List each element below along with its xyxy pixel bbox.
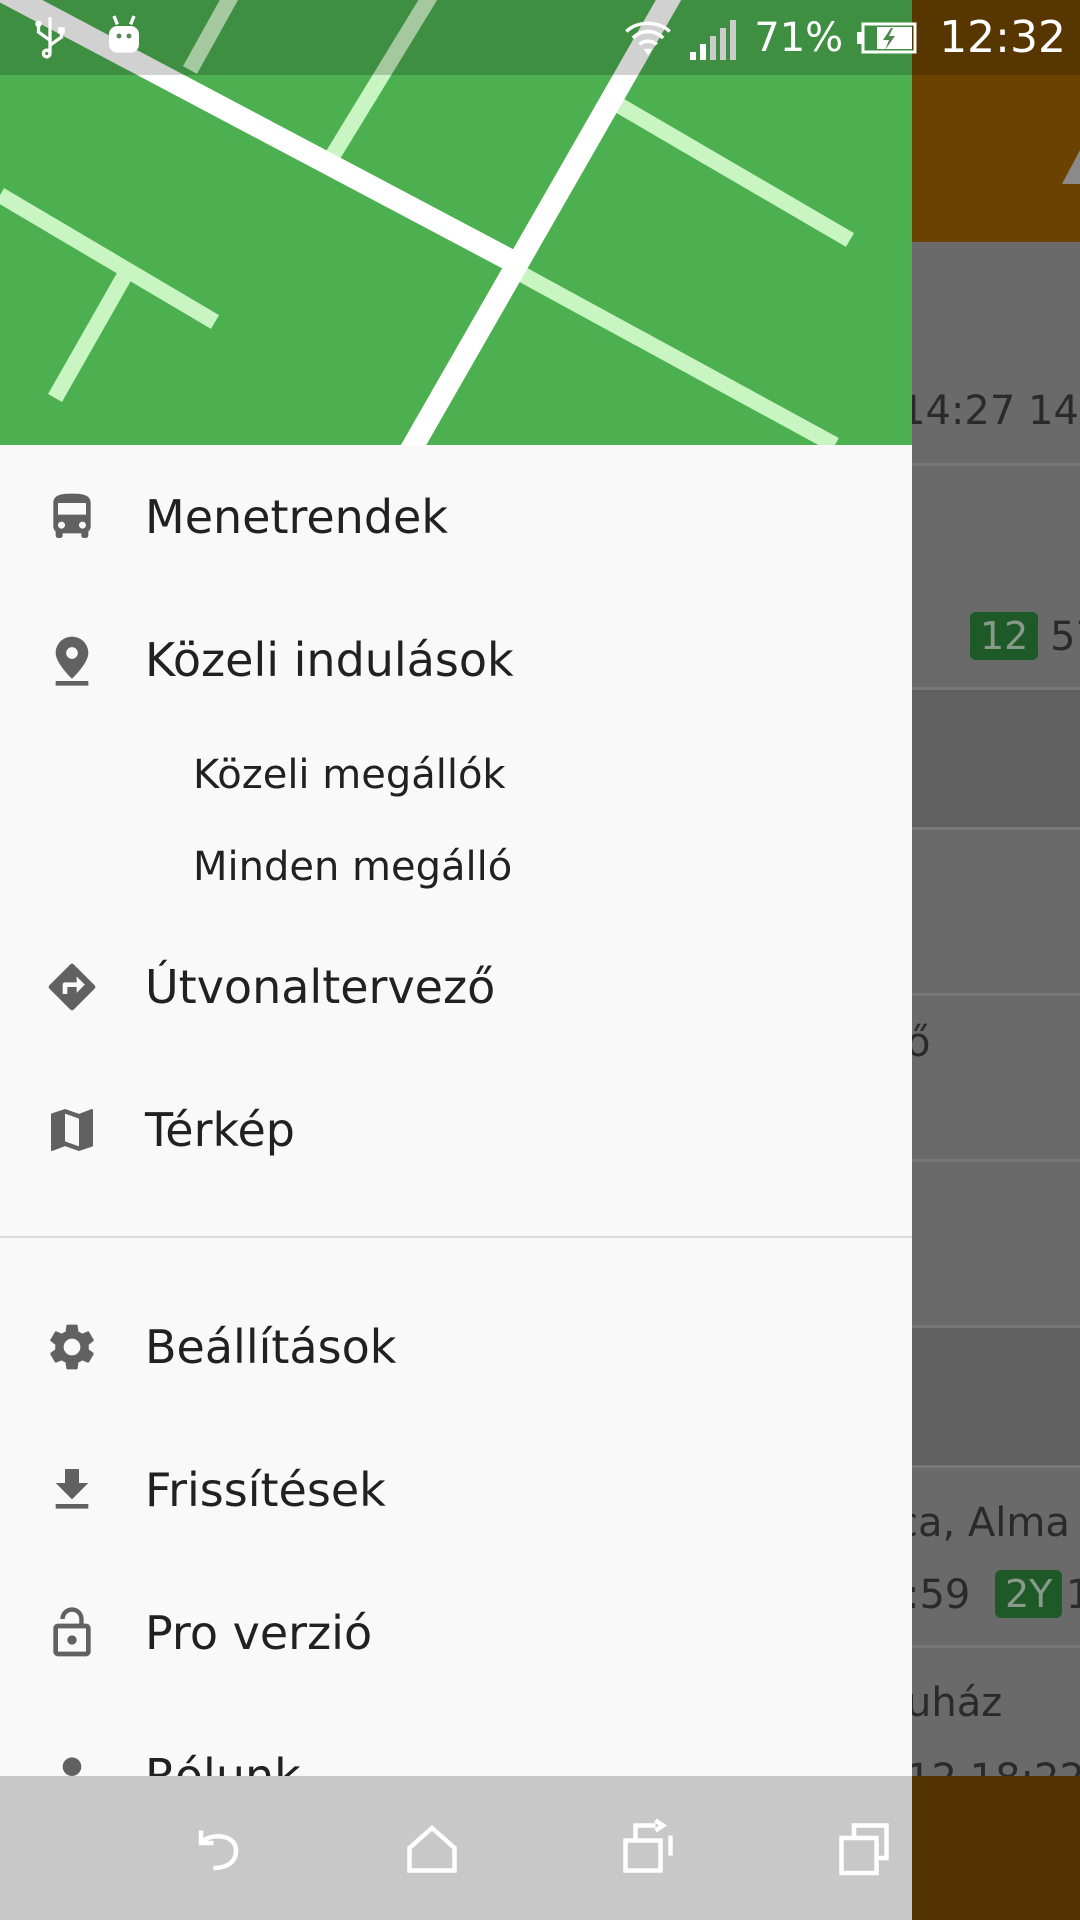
system-navigation-bar <box>0 1776 912 1920</box>
menu-item-kozeli-indulasok[interactable]: Közeli indulások <box>0 590 912 730</box>
menu-subitem-label: Minden megálló <box>193 844 513 890</box>
background-route-badge: 2Y <box>995 1570 1063 1618</box>
background-arrow-icon <box>1062 150 1080 184</box>
usb-icon <box>35 17 65 59</box>
menu-subitem-kozeli-megallok[interactable]: Közeli megállók <box>0 732 912 822</box>
background-time: 1 <box>1066 1572 1080 1618</box>
clock: 12:32 <box>939 12 1066 63</box>
menu-item-frissitesek[interactable]: Frissítések <box>0 1420 912 1560</box>
recent-apps-icon[interactable] <box>834 1818 894 1878</box>
status-bar-right: 71% 12:32 <box>622 0 1066 75</box>
navigation-drawer: Menetrendek Közeli indulások Közeli megá… <box>0 0 912 1920</box>
directions-icon <box>48 963 96 1011</box>
menu-divider <box>0 1236 912 1238</box>
menu-item-label: Útvonaltervező <box>145 960 496 1014</box>
menu-item-label: Frissítések <box>145 1463 386 1517</box>
menu-item-menetrendek[interactable]: Menetrendek <box>0 447 912 587</box>
bus-icon <box>53 493 91 538</box>
wifi-icon <box>625 21 672 55</box>
download-icon <box>55 1469 89 1509</box>
battery-percent: 71% <box>754 14 844 61</box>
signal-icon <box>690 19 737 60</box>
battery-charging-icon <box>857 22 917 53</box>
background-times: 14:27 14:4 <box>900 388 1080 434</box>
background-stop-name: uház <box>906 1680 1003 1726</box>
menu-item-pro-verzio[interactable]: Pro verzió <box>0 1563 912 1703</box>
menu-subitem-label: Közeli megállók <box>193 752 506 798</box>
home-icon[interactable] <box>402 1818 462 1878</box>
gear-icon <box>50 1324 94 1370</box>
menu-item-utvonaltervezo[interactable]: Útvonaltervező <box>0 917 912 1057</box>
status-bar: 71% 12:32 <box>0 0 1080 75</box>
unlock-icon <box>53 1607 91 1657</box>
menu-item-terkep[interactable]: Térkép <box>0 1060 912 1200</box>
back-icon[interactable] <box>186 1818 246 1878</box>
location-pin-icon <box>55 636 89 686</box>
background-stop-name: ca, Alma u <box>896 1500 1080 1546</box>
menu-subitem-minden-megallo[interactable]: Minden megálló <box>0 824 912 914</box>
menu-item-label: Pro verzió <box>145 1606 373 1660</box>
background-time: :59 <box>906 1572 971 1618</box>
rotate-screen-icon[interactable] <box>618 1818 678 1878</box>
menu-item-label: Térkép <box>145 1103 295 1157</box>
menu-item-label: Menetrendek <box>145 490 448 544</box>
menu-item-label: Beállítások <box>145 1320 397 1374</box>
menu-item-label: Közeli indulások <box>145 633 514 687</box>
menu-item-beallitasok[interactable]: Beállítások <box>0 1277 912 1417</box>
background-time: 57 <box>1050 614 1080 660</box>
background-route-badge: 12 <box>970 612 1039 660</box>
map-icon <box>51 1109 93 1151</box>
android-icon <box>109 15 139 53</box>
